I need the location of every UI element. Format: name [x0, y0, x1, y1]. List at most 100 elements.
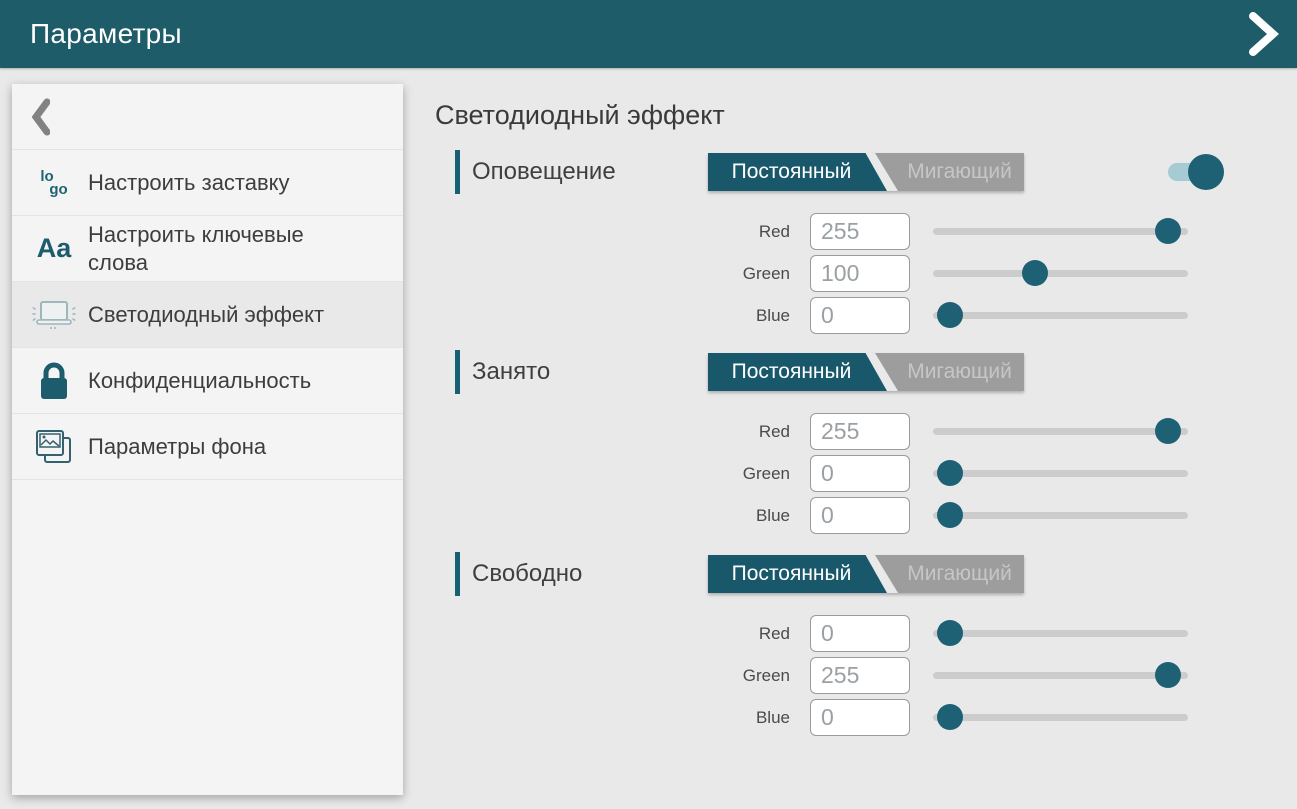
section-busy: Занято Постоянный Мигающий Red Green: [455, 350, 1235, 540]
mode-constant-label: Постоянный: [708, 153, 875, 191]
red-value-input[interactable]: [810, 213, 910, 250]
red-label: Red: [455, 413, 790, 450]
mode-blinking-label: Мигающий: [875, 153, 1024, 191]
slider-track: [933, 228, 1188, 235]
sidebar-item-keywords[interactable]: Aa Настроить ключевые слова: [12, 216, 403, 282]
section-free: Свободно Постоянный Мигающий Red Green: [455, 552, 1235, 742]
green-value-input[interactable]: [810, 255, 910, 292]
page-title: Параметры: [30, 18, 182, 50]
channel-row-blue: Blue: [455, 297, 1235, 334]
toggle-thumb: [1188, 154, 1224, 190]
mode-constant-button[interactable]: Постоянный: [708, 153, 887, 191]
sidebar-item-splash[interactable]: logo Настроить заставку: [12, 150, 403, 216]
blue-value-input[interactable]: [810, 497, 910, 534]
blue-slider[interactable]: [933, 497, 1188, 534]
sidebar-item-label: Параметры фона: [88, 433, 266, 461]
green-slider[interactable]: [933, 657, 1188, 694]
mode-constant-label: Постоянный: [708, 555, 875, 593]
blue-value-input[interactable]: [810, 699, 910, 736]
channel-row-red: Red: [455, 413, 1235, 450]
channel-row-green: Green: [455, 455, 1235, 492]
channel-row-red: Red: [455, 213, 1235, 250]
slider-track: [933, 470, 1188, 477]
slider-track: [933, 270, 1188, 277]
slider-track: [933, 714, 1188, 721]
red-value-input[interactable]: [810, 615, 910, 652]
sidebar: logo Настроить заставку Aa Настроить клю…: [12, 84, 403, 795]
mode-blinking-label: Мигающий: [875, 353, 1024, 391]
font-aa-icon: Aa: [30, 233, 78, 264]
sidebar-back-button[interactable]: [12, 84, 403, 150]
mode-constant-button[interactable]: Постоянный: [708, 353, 887, 391]
sidebar-item-label: Настроить заставку: [88, 169, 290, 197]
mode-blinking-label: Мигающий: [875, 555, 1024, 593]
red-slider[interactable]: [933, 213, 1188, 250]
slider-thumb[interactable]: [937, 620, 963, 646]
slider-thumb[interactable]: [1022, 260, 1048, 286]
blue-slider[interactable]: [933, 297, 1188, 334]
slider-thumb[interactable]: [937, 460, 963, 486]
background-images-icon: [30, 426, 78, 468]
slider-thumb[interactable]: [937, 502, 963, 528]
mode-blinking-button[interactable]: Мигающий: [875, 353, 1024, 391]
section-name: Занято: [472, 350, 550, 394]
green-value-input[interactable]: [810, 455, 910, 492]
slider-thumb[interactable]: [1155, 662, 1181, 688]
mode-constant-button[interactable]: Постоянный: [708, 555, 887, 593]
red-slider[interactable]: [933, 413, 1188, 450]
sidebar-item-background[interactable]: Параметры фона: [12, 414, 403, 480]
blue-value-input[interactable]: [810, 297, 910, 334]
green-slider[interactable]: [933, 455, 1188, 492]
chevron-left-icon: [30, 98, 78, 136]
chevron-right-icon[interactable]: [1241, 12, 1285, 56]
slider-track: [933, 512, 1188, 519]
green-slider[interactable]: [933, 255, 1188, 292]
slider-track: [933, 312, 1188, 319]
red-value-input[interactable]: [810, 413, 910, 450]
channel-row-green: Green: [455, 657, 1235, 694]
green-label: Green: [455, 255, 790, 292]
blue-label: Blue: [455, 297, 790, 334]
red-label: Red: [455, 213, 790, 250]
sidebar-item-label: Конфиденциальность: [88, 367, 311, 395]
panel-title: Светодиодный эффект: [435, 100, 725, 131]
section-name: Свободно: [472, 552, 582, 596]
channel-row-green: Green: [455, 255, 1235, 292]
blue-label: Blue: [455, 497, 790, 534]
section-name: Оповещение: [472, 150, 616, 194]
mode-blinking-button[interactable]: Мигающий: [875, 555, 1024, 593]
lock-icon: [30, 360, 78, 402]
app-header: Параметры: [0, 0, 1297, 68]
green-label: Green: [455, 657, 790, 694]
mode-blinking-button[interactable]: Мигающий: [875, 153, 1024, 191]
green-value-input[interactable]: [810, 657, 910, 694]
section-accent-bar: [455, 350, 460, 394]
channel-row-blue: Blue: [455, 699, 1235, 736]
settings-screen: Параметры logo Настроить заставку Aa Нас…: [0, 0, 1297, 809]
channel-row-blue: Blue: [455, 497, 1235, 534]
sidebar-item-privacy[interactable]: Конфиденциальность: [12, 348, 403, 414]
slider-track: [933, 630, 1188, 637]
sidebar-item-label: Светодиодный эффект: [88, 301, 324, 329]
led-display-icon: [30, 295, 78, 335]
slider-thumb[interactable]: [1155, 418, 1181, 444]
section-accent-bar: [455, 150, 460, 194]
slider-track: [933, 428, 1188, 435]
slider-thumb[interactable]: [937, 704, 963, 730]
red-slider[interactable]: [933, 615, 1188, 652]
mode-segmented-control: Постоянный Мигающий: [708, 153, 1024, 191]
mode-constant-label: Постоянный: [708, 353, 875, 391]
slider-thumb[interactable]: [937, 302, 963, 328]
section-accent-bar: [455, 552, 460, 596]
blue-slider[interactable]: [933, 699, 1188, 736]
logo-icon: logo: [30, 170, 78, 196]
mode-segmented-control: Постоянный Мигающий: [708, 353, 1024, 391]
red-label: Red: [455, 615, 790, 652]
section-alert: Оповещение Постоянный Мигающий Red Green: [455, 150, 1235, 340]
slider-track: [933, 672, 1188, 679]
green-label: Green: [455, 455, 790, 492]
sidebar-item-led-effect[interactable]: Светодиодный эффект: [12, 282, 403, 348]
slider-thumb[interactable]: [1155, 218, 1181, 244]
led-enable-toggle[interactable]: [1168, 153, 1226, 191]
blue-label: Blue: [455, 699, 790, 736]
